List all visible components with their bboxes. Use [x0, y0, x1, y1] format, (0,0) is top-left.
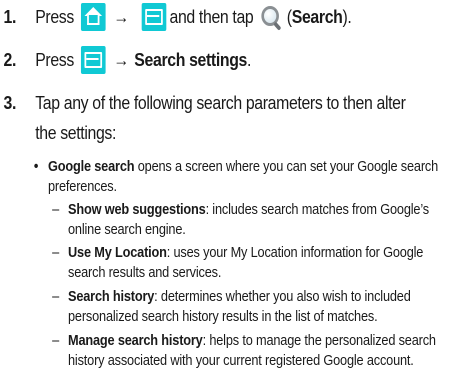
step-number: 2.: [3, 49, 17, 70]
subitem-manage-search-history: – Manage search history: helps to manage …: [52, 331, 455, 371]
dash-mark: –: [52, 333, 60, 349]
bullet-google-search: • Google search opens a screen where you …: [34, 157, 453, 197]
step-number: 3.: [3, 92, 17, 113]
step-text: Press: [35, 49, 74, 70]
arrow-symbol: →: [113, 49, 130, 70]
search-lens-icon: [260, 5, 281, 29]
bullet-term: Google search: [48, 159, 135, 175]
search-term: Search: [291, 6, 343, 27]
subitem-term: Search history: [68, 289, 155, 305]
subitem-term: Show web suggestions: [68, 202, 206, 218]
menu-key-icon: [80, 46, 106, 74]
step-text: the settings:: [35, 122, 117, 143]
search-settings-term: Search settings: [134, 49, 248, 70]
step-number: 1.: [3, 6, 17, 27]
dash-mark: –: [52, 245, 60, 261]
home-key-icon: [80, 3, 106, 31]
menu-key-icon: [141, 3, 166, 31]
subitem-search-history: – Search history: determines whether you …: [52, 287, 455, 327]
subitem-use-my-location: – Use My Location: uses your My Location …: [52, 243, 455, 283]
dash-mark: –: [52, 202, 60, 218]
subitem-show-web-suggestions: – Show web suggestions: includes search m…: [52, 200, 455, 240]
step-text: Tap any of the following search paramete…: [35, 92, 406, 113]
period: .: [247, 49, 252, 70]
step-text: and then tap: [169, 6, 254, 27]
arrow-symbol: →: [113, 6, 130, 27]
instruction-page: 1. Press → and then tap (Search). 2. Pre…: [0, 0, 456, 385]
step-text: Press: [35, 6, 74, 27]
subitem-term: Use My Location: [68, 245, 167, 261]
paren-close: ).: [342, 6, 352, 27]
bullet-mark: •: [33, 159, 39, 175]
dash-mark: –: [52, 289, 60, 305]
subitem-term: Manage search history: [68, 333, 203, 349]
